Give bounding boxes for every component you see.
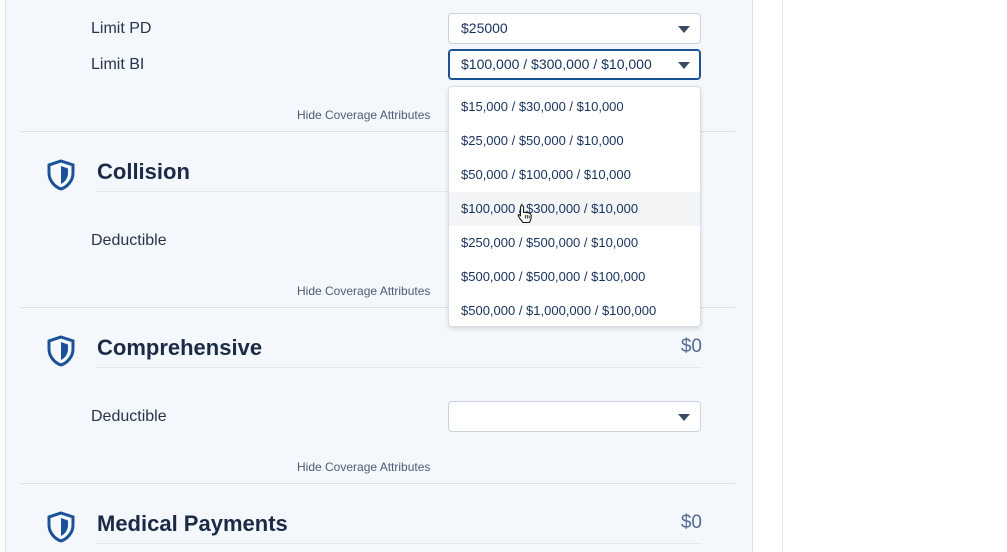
- comprehensive-title: Comprehensive: [97, 335, 263, 360]
- hide-coverage-attributes-link[interactable]: Hide Coverage Attributes: [297, 284, 430, 298]
- hand-pointer-icon: [517, 204, 532, 224]
- limit-bi-label: Limit BI: [91, 56, 145, 73]
- hide-coverage-attributes-link[interactable]: Hide Coverage Attributes: [297, 108, 430, 122]
- medical-payments-premium: $0: [680, 512, 702, 533]
- title-underline: [96, 367, 702, 368]
- comprehensive-deductible-select[interactable]: [448, 401, 701, 432]
- chevron-down-icon: [678, 414, 690, 421]
- hide-coverage-attributes-link[interactable]: Hide Coverage Attributes: [297, 460, 430, 474]
- shield-icon: [47, 159, 75, 191]
- limit-bi-option[interactable]: $250,000 / $500,000 / $10,000: [449, 226, 700, 260]
- limit-bi-option-hovered[interactable]: $100,000 / $300,000 / $10,000: [449, 192, 700, 226]
- title-underline: [96, 543, 702, 544]
- limit-bi-dropdown-list: $15,000 / $30,000 / $10,000 $25,000 / $5…: [448, 86, 701, 327]
- page-divider: [782, 0, 783, 552]
- chevron-down-icon: [678, 62, 690, 69]
- limit-bi-value: $100,000 / $300,000 / $10,000: [461, 56, 652, 72]
- medical-payments-title: Medical Payments: [97, 511, 288, 536]
- limit-pd-value: $25000: [461, 20, 508, 36]
- limit-bi-select[interactable]: $100,000 / $300,000 / $10,000: [448, 49, 701, 80]
- section-divider: [21, 483, 735, 484]
- comprehensive-deductible-label: Deductible: [91, 408, 167, 425]
- shield-icon: [47, 511, 75, 543]
- collision-title: Collision: [97, 159, 190, 184]
- comprehensive-premium: $0: [680, 336, 702, 357]
- chevron-down-icon: [678, 26, 690, 33]
- shield-icon: [47, 335, 75, 367]
- limit-pd-select[interactable]: $25000: [448, 13, 701, 44]
- limit-bi-option[interactable]: $500,000 / $500,000 / $100,000: [449, 260, 700, 294]
- limit-bi-option[interactable]: $25,000 / $50,000 / $10,000: [449, 124, 700, 158]
- limit-bi-option[interactable]: $50,000 / $100,000 / $10,000: [449, 158, 700, 192]
- limit-bi-option[interactable]: $15,000 / $30,000 / $10,000: [449, 90, 700, 124]
- limit-pd-label: Limit PD: [91, 20, 152, 37]
- collision-deductible-label: Deductible: [91, 232, 167, 249]
- limit-bi-option[interactable]: $500,000 / $1,000,000 / $100,000: [449, 294, 700, 328]
